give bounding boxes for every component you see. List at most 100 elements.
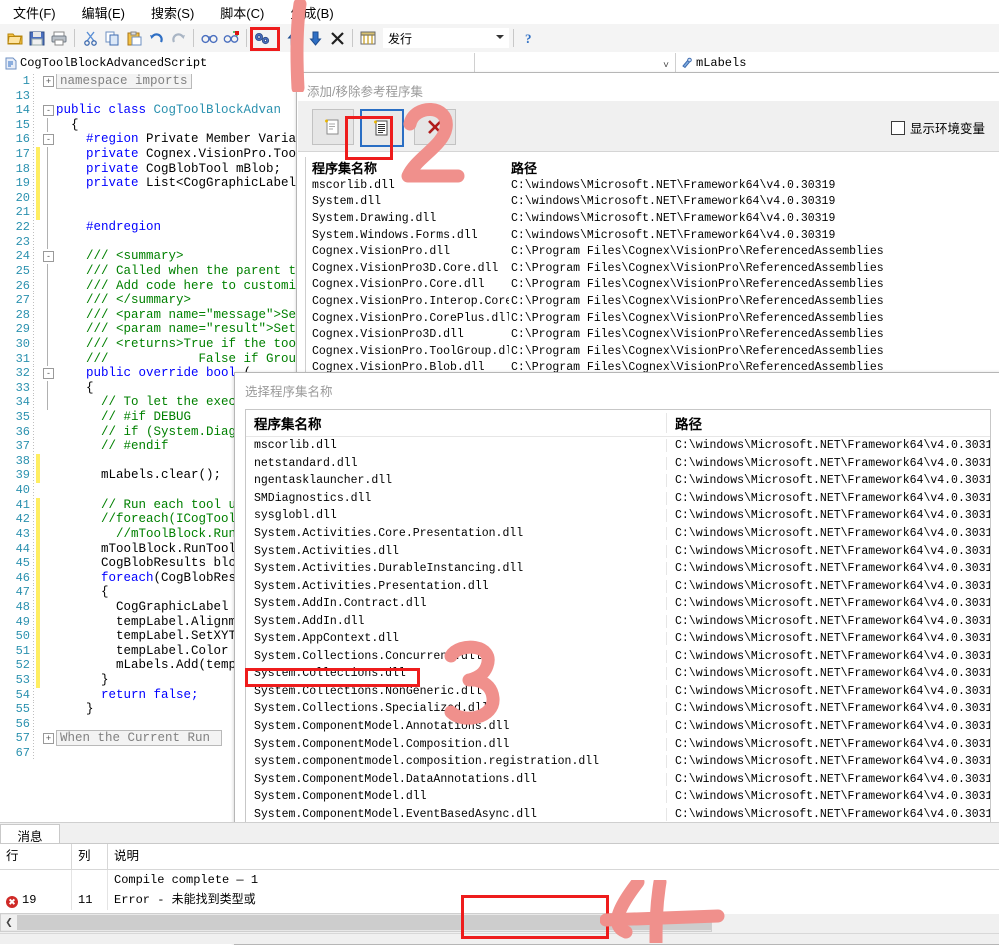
tab-messages[interactable]: 消息 [0, 824, 60, 845]
cell-assembly-name: System.AddIn.Contract.dll [254, 597, 427, 611]
table-header-row: 程序集名称 路径 [306, 157, 992, 177]
code-token: // Run each tool us [101, 497, 244, 512]
table-row[interactable]: mscorlib.dll C:\windows\Microsoft.NET\Fra… [246, 437, 990, 455]
table-row[interactable]: System.Activities.Core.Presentation.dll C… [246, 525, 990, 543]
table-row[interactable]: System.dll C:\windows\Microsoft.NET\Frame… [306, 194, 992, 211]
undo-icon[interactable] [146, 27, 166, 49]
table-row[interactable]: Cognex.VisionPro.dll C:\Program Files\Cog… [306, 243, 992, 260]
line-number: 29 [15, 322, 30, 337]
table-row[interactable]: System.ComponentModel.Annotations.dll C:\… [246, 718, 990, 736]
print-icon[interactable] [49, 27, 69, 49]
message-line-number: 19 [22, 893, 37, 907]
table-row[interactable]: System.Windows.Forms.dll C:\windows\Micro… [306, 227, 992, 244]
header-column: 列 [72, 844, 108, 869]
table-row[interactable]: Cognex.VisionPro3D.Core.dll C:\Program Fi… [306, 260, 992, 277]
table-row[interactable]: Cognex.VisionPro.Core.dll C:\Program File… [306, 277, 992, 294]
table-row[interactable]: System.ComponentModel.dll C:\windows\Micr… [246, 788, 990, 806]
expand-icon[interactable]: + [43, 733, 54, 745]
cell-assembly-name: System.Windows.Forms.dll [312, 228, 478, 242]
menu-build[interactable]: 生成(B) [277, 0, 346, 25]
menu-search[interactable]: 搜索(S) [138, 0, 207, 25]
find-icon[interactable] [199, 27, 219, 49]
collapse-icon[interactable]: - [43, 368, 54, 380]
assemblies-table[interactable]: 程序集名称 路径 mscorlib.dll C:\windows\Microsoft.… [305, 157, 992, 377]
help-icon[interactable]: ? [519, 27, 539, 49]
table-row[interactable]: ngentasklauncher.dll C:\windows\Microsoft… [246, 472, 990, 490]
message-row[interactable]: Compile complete — 1 [0, 870, 999, 890]
chevron-down-icon: ˅ [663, 59, 669, 71]
message-row[interactable]: ✖ 19 11 Error - 未能找到类型或 [0, 890, 999, 910]
table-row[interactable]: System.AppContext.dll C:\windows\Microsof… [246, 630, 990, 648]
table-row[interactable]: SMDiagnostics.dll C:\windows\Microsoft.NE… [246, 490, 990, 508]
move-down-icon[interactable] [305, 27, 325, 49]
cut-icon[interactable] [80, 27, 100, 49]
unsaved-change-bar [36, 541, 40, 557]
table-row[interactable]: System.Activities.dll C:\windows\Microsof… [246, 542, 990, 560]
table-row[interactable]: netstandard.dll C:\windows\Microsoft.NET\… [246, 455, 990, 473]
scroll-left-icon[interactable]: ❮ [1, 915, 17, 930]
indicator-margin [33, 731, 34, 747]
table-row[interactable]: Cognex.VisionPro.Interop.Core...C:\Progr… [306, 293, 992, 310]
line-number: 47 [15, 585, 30, 600]
member-name-box[interactable]: mLabels [676, 53, 999, 74]
table-row[interactable]: System.Drawing.dll C:\windows\Microsoft.N… [306, 210, 992, 227]
paste-icon[interactable] [124, 27, 144, 49]
table-row[interactable]: system.componentmodel.composition.regist… [246, 753, 990, 771]
references-icon[interactable] [252, 27, 272, 49]
menu-edit[interactable]: 编辑(E) [69, 0, 138, 25]
table-row[interactable]: Cognex.VisionPro.ToolGroup.dll C:\Program… [306, 343, 992, 360]
scroll-track[interactable] [17, 915, 711, 930]
open-icon[interactable] [5, 27, 25, 49]
build-icon[interactable] [358, 27, 378, 49]
table-row[interactable]: System.Collections.dll C:\windows\Microso… [246, 665, 990, 683]
table-row[interactable]: sysglobl.dll C:\windows\Microsoft.NET\Fra… [246, 507, 990, 525]
collapsed-region[interactable]: When the Current Run [56, 730, 222, 747]
table-row[interactable]: System.ComponentModel.DataAnnotations.dl… [246, 770, 990, 788]
replace-icon[interactable] [221, 27, 241, 49]
move-up-icon[interactable] [283, 27, 303, 49]
table-row[interactable]: System.AddIn.dll C:\windows\Microsoft.NET… [246, 612, 990, 630]
line-number: 37 [15, 439, 30, 454]
expand-icon[interactable]: + [43, 76, 54, 87]
table-row[interactable]: System.ComponentModel.Composition.dll C:\… [246, 735, 990, 753]
script-member-select[interactable]: ˅ [475, 52, 676, 74]
message-hscrollbar[interactable]: ❮ [0, 913, 712, 932]
table-row[interactable]: System.Activities.Presentation.dll C:\win… [246, 577, 990, 595]
cell-path: C:\windows\Microsoft.NET\Framework64\v4.… [666, 807, 990, 821]
code-text: // if (System.Diagn [56, 425, 244, 440]
menu-file[interactable]: 文件(F) [0, 0, 69, 25]
remove-assembly-button[interactable] [414, 109, 456, 145]
assembly-select-table[interactable]: 程序集名称 路径 mscorlib.dll C:\windows\Microsoft.… [245, 409, 991, 881]
script-name-box[interactable]: CogToolBlockAdvancedScript [0, 52, 475, 74]
collapse-icon[interactable]: - [43, 134, 54, 146]
table-row[interactable]: Cognex.VisionPro.CorePlus.dll C:\Program … [306, 310, 992, 327]
cell-assembly-name: System.Activities.Presentation.dll [254, 579, 489, 593]
table-row[interactable]: System.Activities.DurableInstancing.dll C… [246, 560, 990, 578]
add-assembly-button[interactable] [312, 109, 354, 145]
cell-path: C:\windows\Microsoft.NET\Framework64\v4.… [666, 544, 990, 558]
table-row[interactable]: System.Collections.Specialized.dll C:\win… [246, 700, 990, 718]
browse-assembly-button[interactable] [360, 109, 404, 147]
chevron-down-icon [496, 35, 504, 39]
table-row[interactable]: System.AddIn.Contract.dll C:\windows\Micr… [246, 595, 990, 613]
indicator-margin [33, 658, 34, 673]
message-grid[interactable]: 行 列 说明 Compile complete — 1 ✖ 19 11 Error… [0, 844, 999, 914]
table-row[interactable]: System.Collections.Concurrent.dll C:\wind… [246, 648, 990, 666]
delete-icon[interactable] [327, 27, 347, 49]
collapsed-region[interactable]: namespace imports [56, 74, 192, 89]
collapse-icon[interactable]: - [43, 251, 54, 263]
table-row[interactable]: System.Collections.NonGeneric.dll C:\wind… [246, 683, 990, 701]
redo-icon[interactable] [168, 27, 188, 49]
menu-script[interactable]: 脚本(C) [207, 0, 277, 25]
table-row[interactable]: Cognex.VisionPro3D.dll C:\Program Files\C… [306, 326, 992, 343]
table-row[interactable]: mscorlib.dll C:\windows\Microsoft.NET\Fra… [306, 177, 992, 194]
save-icon[interactable] [27, 27, 47, 49]
build-config-select[interactable]: 发行 [383, 28, 509, 48]
table-row[interactable]: System.ComponentModel.EventBasedAsync.dl… [246, 805, 990, 823]
copy-icon[interactable] [102, 27, 122, 49]
collapse-icon[interactable]: - [43, 105, 54, 117]
line-number: 39 [15, 468, 30, 483]
cell-path: C:\windows\Microsoft.NET\Framework64\v4.… [666, 772, 990, 786]
show-env-vars-checkbox[interactable]: 显示环境变量 [890, 118, 985, 137]
